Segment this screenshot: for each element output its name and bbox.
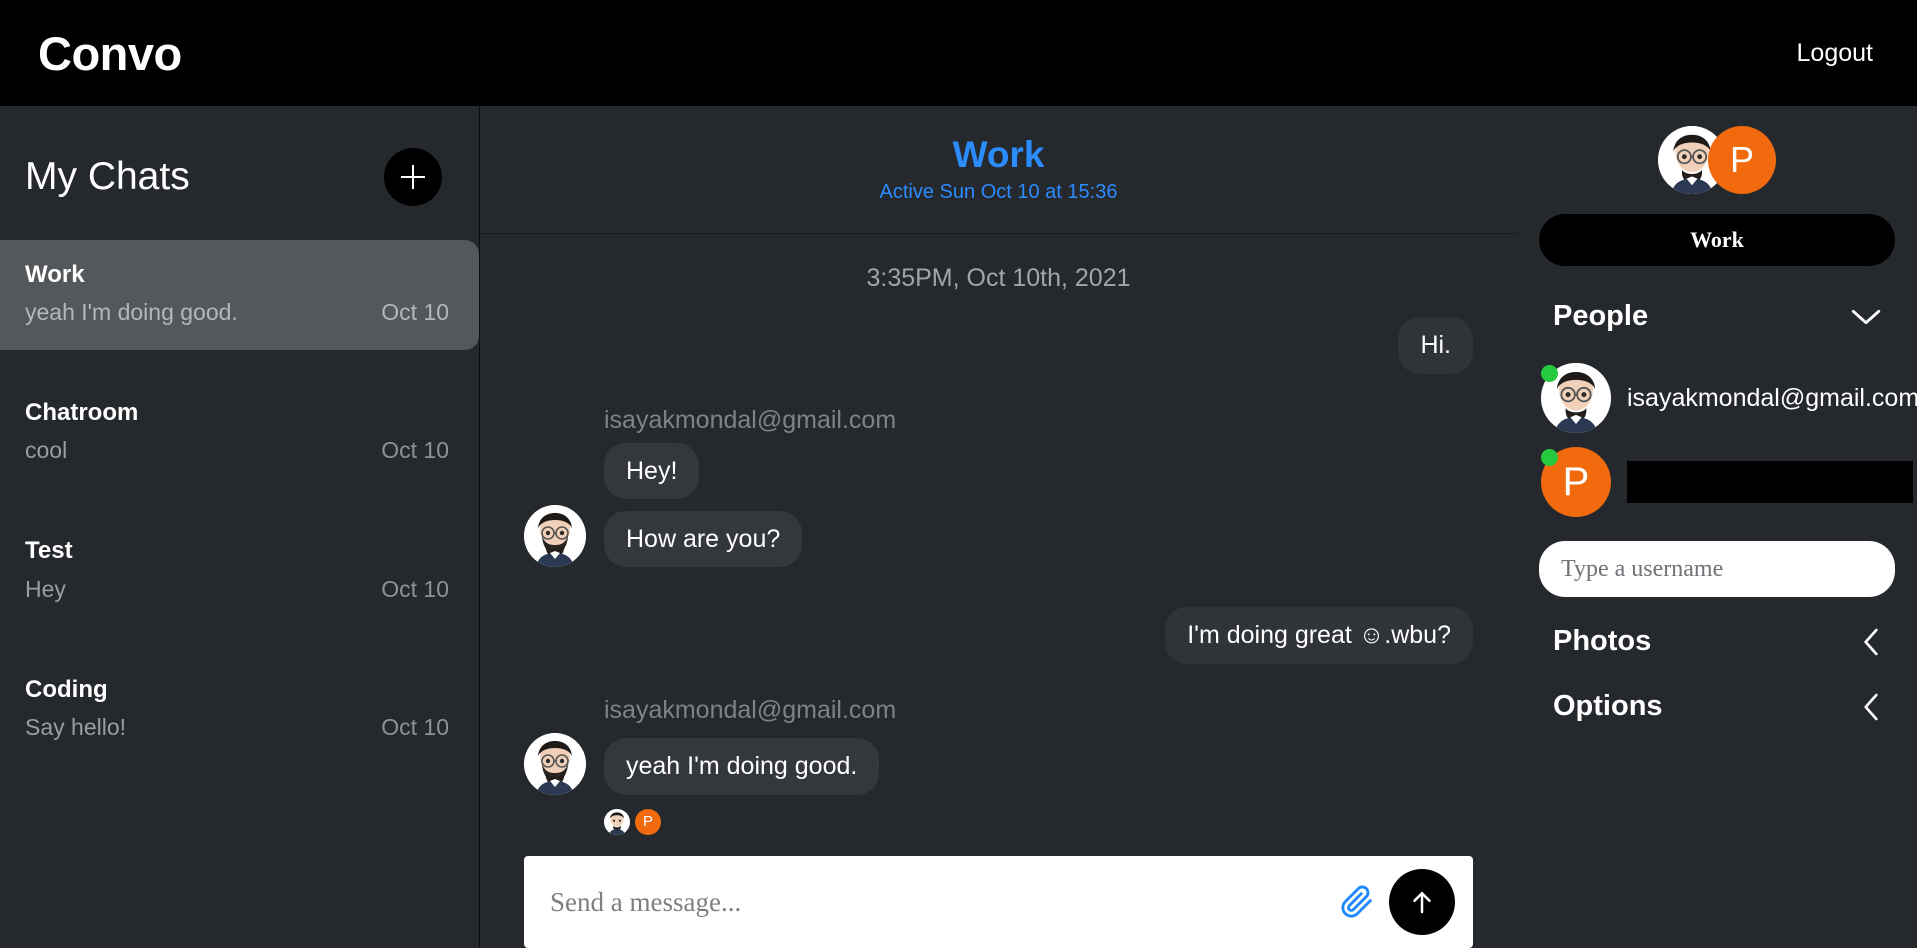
list-divider — [0, 627, 479, 655]
convo-app: Convo Logout My Chats Work yeah I'm doin… — [0, 0, 1917, 948]
chat-date: Oct 10 — [381, 437, 449, 464]
sidebar-header: My Chats — [0, 106, 479, 240]
people-label: People — [1553, 300, 1649, 332]
chat-list-item-coding[interactable]: Coding Say hello! Oct 10 — [0, 655, 479, 765]
chat-meta: Hey Oct 10 — [25, 576, 449, 603]
chat-title: Work — [952, 133, 1045, 175]
read-receipt-avatar-p: P — [635, 808, 661, 835]
chat-preview: cool — [25, 437, 68, 464]
chevron-down-icon — [1849, 306, 1883, 328]
message-timestamp: 3:35PM, Oct 10th, 2021 — [866, 264, 1131, 292]
online-status-dot — [1541, 449, 1558, 466]
list-divider — [0, 350, 479, 378]
plus-icon — [401, 165, 425, 189]
avatar — [524, 732, 586, 795]
message-row: Hi. — [524, 317, 1473, 374]
message-bubble: yeah I'm doing good. — [604, 738, 880, 795]
message-sender: isayakmondal@gmail.com — [604, 405, 897, 434]
chat-column: Work Active Sun Oct 10 at 15:36 3:35PM, … — [480, 106, 1917, 948]
chat-date: Oct 10 — [381, 713, 449, 740]
person-list-item[interactable]: isayakmondal@gmail.com — [1539, 363, 1917, 433]
chat-date: Oct 10 — [381, 299, 449, 326]
chat-meta: Say hello! Oct 10 — [25, 714, 449, 741]
main-body: My Chats Work yeah I'm doing good. Oct 1… — [0, 106, 1917, 948]
person-list-item[interactable]: P — [1539, 447, 1913, 517]
chat-date: Oct 10 — [381, 575, 449, 602]
chat-list-item-test[interactable]: Test Hey Oct 10 — [0, 516, 479, 626]
avatar — [524, 505, 586, 567]
person-avatar-wrap — [1541, 363, 1611, 433]
photos-section-toggle[interactable]: Photos — [1539, 609, 1895, 674]
chat-list-item-work[interactable]: Work yeah I'm doing good. Oct 10 — [0, 240, 479, 351]
send-button[interactable] — [1389, 869, 1455, 935]
user-avatar-icon — [604, 808, 630, 835]
message-input[interactable] — [550, 856, 1335, 948]
chat-list: Work yeah I'm doing good. Oct 10 Chatroo… — [0, 240, 479, 765]
options-label: Options — [1553, 690, 1663, 722]
list-divider — [0, 488, 479, 516]
user-avatar-icon — [524, 505, 586, 567]
chats-sidebar: My Chats Work yeah I'm doing good. Oct 1… — [0, 106, 480, 948]
message-bubble: Hey! — [604, 442, 700, 499]
chat-meta: yeah I'm doing good. Oct 10 — [25, 299, 449, 326]
message-row: How are you? — [524, 505, 1473, 567]
add-chat-button[interactable] — [384, 148, 442, 206]
chat-status: Active Sun Oct 10 at 15:36 — [879, 181, 1118, 204]
logout-button[interactable]: Logout — [1793, 33, 1877, 74]
person-name: isayakmondal@gmail.com — [1627, 383, 1917, 412]
top-bar: Convo Logout — [0, 0, 1917, 106]
message-row: I'm doing great ☺.wbu? — [524, 607, 1473, 664]
sidebar-title: My Chats — [25, 155, 190, 198]
chat-name: Chatroom — [25, 399, 139, 427]
person-name — [1627, 461, 1913, 503]
online-status-dot — [1541, 365, 1558, 382]
chat-meta: cool Oct 10 — [25, 437, 449, 464]
chat-list-item-chatroom[interactable]: Chatroom cool Oct 10 — [0, 378, 479, 488]
message-row: yeah I'm doing good. — [524, 732, 1473, 795]
chat-name: Coding — [25, 675, 108, 703]
chevron-left-icon — [1859, 691, 1883, 723]
message-bubble: Hi. — [1398, 317, 1473, 374]
options-section-toggle[interactable]: Options — [1539, 674, 1895, 739]
room-name-chip[interactable]: Work — [1539, 214, 1895, 266]
chat-preview: yeah I'm doing good. — [25, 299, 238, 326]
avatar-p: P — [1708, 126, 1776, 194]
person-avatar-wrap: P — [1541, 447, 1611, 517]
app-logo: Convo — [38, 26, 182, 80]
panel-avatars: P — [1539, 106, 1895, 214]
paperclip-icon — [1341, 885, 1372, 918]
chat-preview: Hey — [25, 575, 66, 602]
people-section-toggle[interactable]: People — [1539, 284, 1895, 349]
chat-preview: Say hello! — [25, 713, 127, 740]
arrow-up-icon — [1413, 892, 1431, 914]
message-bubble: I'm doing great ☺.wbu? — [1165, 607, 1473, 664]
chat-name: Test — [25, 537, 73, 565]
chat-name: Work — [25, 261, 85, 288]
photos-label: Photos — [1553, 625, 1652, 657]
read-receipt-avatar — [604, 808, 630, 835]
message-bubble: How are you? — [604, 510, 803, 567]
read-receipts: P — [604, 808, 1473, 835]
attach-button[interactable] — [1335, 880, 1379, 924]
user-avatar-icon — [524, 732, 586, 795]
message-composer — [524, 856, 1473, 948]
chevron-left-icon — [1859, 626, 1883, 658]
message-row: Hey! — [524, 442, 1473, 499]
details-panel: P Work People isayakmondal@gmail.com P T… — [1517, 106, 1917, 948]
add-username-input[interactable] — [1539, 541, 1895, 597]
message-sender: isayakmondal@gmail.com — [604, 695, 897, 724]
